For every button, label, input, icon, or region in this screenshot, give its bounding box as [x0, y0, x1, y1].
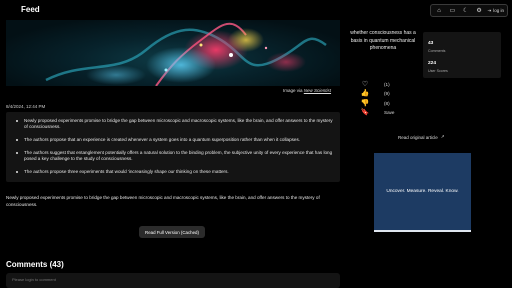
like-count: (1) [384, 81, 390, 87]
article-hero-image [6, 20, 340, 86]
page-title: Feed [21, 5, 40, 14]
summary-point: The authors propose three experiments th… [16, 169, 334, 175]
summary-point: Newly proposed experiments promise to br… [16, 118, 333, 130]
comments-count-label: Comments [428, 49, 446, 53]
thumbs-down-icon: 👎 [360, 100, 370, 107]
summary-point: The authors suggest that entanglement po… [16, 150, 333, 162]
thumbs-up-icon: 👍 [360, 90, 370, 97]
ad-tagline: Uncover. Measure. Reveal. Know. [386, 189, 459, 194]
downvote-reaction[interactable]: 👎 (8) [360, 99, 420, 107]
downvote-count: (8) [384, 100, 390, 106]
home-icon[interactable]: ⌂ [434, 6, 444, 16]
article-body: Newly proposed experiments promise to br… [6, 195, 320, 207]
login-button[interactable]: ⇥ log in [487, 8, 504, 14]
like-reaction[interactable]: ♡ (1) [360, 80, 420, 88]
image-credit: Image via New Scientist [283, 88, 331, 93]
image-source-link[interactable]: New Scientist [304, 88, 331, 93]
read-original-label: Read original article [398, 134, 438, 140]
upvote-count: (9) [384, 90, 390, 96]
user-scores-label: User Scores [428, 69, 448, 73]
summary-box: Newly proposed experiments promise to br… [6, 112, 340, 182]
bookmark-icon: 🔖 [360, 109, 370, 116]
ad-bottom-bar [374, 230, 471, 232]
pull-quote: whether consciousness has a basis in qua… [350, 30, 416, 51]
user-scores-count: 224 [428, 61, 437, 66]
summary-point: The authors propose that an experience i… [16, 137, 334, 143]
comments-count: 43 [428, 41, 434, 46]
login-icon: ⇥ [487, 7, 492, 13]
advertisement-banner[interactable]: Uncover. Measure. Reveal. Know. [374, 153, 471, 232]
save-reaction[interactable]: 🔖 Save [360, 108, 420, 116]
heart-icon: ♡ [361, 81, 369, 88]
top-bar: Feed ⌂ ▭ ☾ ⚙ ⇥ log in [0, 0, 512, 20]
login-label: log in [493, 8, 504, 13]
save-label: Save [384, 109, 395, 115]
hero-artwork [45, 22, 327, 86]
upvote-reaction[interactable]: 👍 (9) [360, 89, 420, 97]
image-credit-prefix: Image via [283, 88, 303, 93]
external-link-icon: ↗ [440, 134, 445, 139]
comments-heading: Comments (43) [6, 260, 64, 269]
comment-input[interactable]: Please login to comment [6, 273, 340, 288]
moon-icon[interactable]: ☾ [461, 6, 471, 16]
read-full-version-button[interactable]: Read Full Version (Cached) [139, 226, 205, 238]
monitor-icon[interactable]: ▭ [447, 6, 457, 16]
read-original-link[interactable]: Read original article ↗ [398, 134, 445, 140]
gear-icon[interactable]: ⚙ [474, 6, 484, 16]
stats-card: 43 Comments 224 User Scores [423, 32, 501, 78]
top-actions-group: ⌂ ▭ ☾ ⚙ ⇥ log in [430, 4, 508, 17]
article-date: 8/4/2024, 12:44 PM [6, 104, 46, 109]
